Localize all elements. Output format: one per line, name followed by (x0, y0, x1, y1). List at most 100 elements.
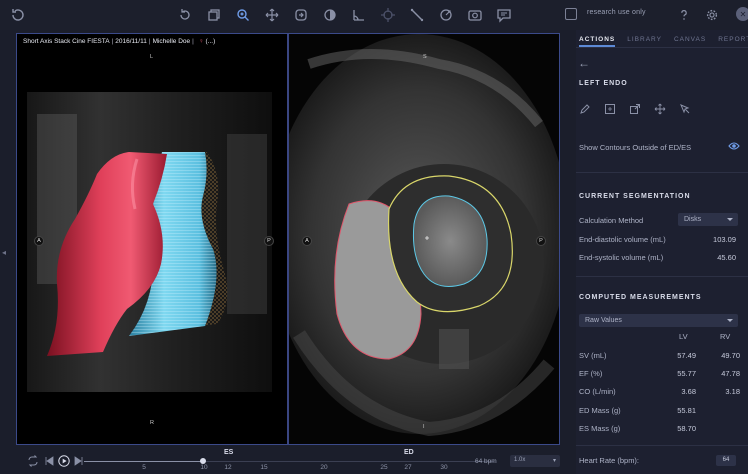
frame-tick: 25 (380, 464, 388, 471)
pan-icon[interactable] (257, 6, 286, 24)
roi-icon[interactable] (431, 6, 460, 24)
image-viewer: L A P R S A P I Short Axis Stack Cine FI… (16, 33, 560, 445)
female-icon: ♀ (198, 38, 204, 45)
loop-icon[interactable] (27, 455, 39, 467)
frame-tick: 20 (320, 464, 328, 471)
panel-collapse-handle-icon[interactable]: ◂ (2, 248, 10, 258)
bpm-readout: 64 bpm (475, 458, 497, 465)
scale-icon[interactable] (629, 102, 654, 116)
cursor-icon[interactable] (679, 102, 704, 116)
show-contours-label: Show Contours Outside of ED/ES (579, 143, 692, 152)
panel-tabs: ACTIONS LIBRARY CANVAS REPORT (576, 30, 748, 48)
esv-value: 45.60 (717, 253, 736, 262)
ed-marker[interactable]: ED (404, 449, 414, 456)
computed-measurements-title: COMPUTED MEASUREMENTS (579, 294, 702, 301)
playback-speed-value: 1.0x (514, 457, 526, 463)
rotate-icon[interactable] (170, 6, 199, 24)
tab-canvas[interactable]: CANVAS (674, 30, 706, 47)
lv-value: 57.49 (677, 351, 696, 360)
lv-value: 55.81 (677, 406, 696, 415)
snapshot-icon[interactable] (460, 6, 489, 24)
series-name: Short Axis Stack Cine FIESTA (23, 38, 110, 45)
heart-rate-input[interactable]: 64 (716, 455, 736, 466)
orientation-bottom-right-vp: I (423, 424, 425, 430)
rv-value: 49.70 (721, 351, 740, 360)
orientation-top-right-vp: S (423, 54, 427, 60)
viewport-mri[interactable]: S A P I (289, 34, 559, 444)
tool-group (170, 6, 518, 24)
eye-icon[interactable] (728, 141, 740, 151)
calc-method-select[interactable]: Disks (678, 213, 738, 226)
orientation-left-left-vp: A (34, 236, 44, 246)
timeline-progress (84, 461, 203, 462)
tab-actions[interactable]: ACTIONS (579, 30, 616, 47)
edv-label: End-diastolic volume (mL) (579, 235, 666, 244)
orientation-right-left-vp: P (264, 236, 274, 246)
measure-label: EF (%) (579, 369, 603, 378)
refresh-icon[interactable] (10, 7, 26, 23)
series-info: Short Axis Stack Cine FIESTA | 2016/11/11 |… (23, 38, 216, 45)
lv-column-header: LV (679, 332, 688, 341)
current-segmentation-title: CURRENT SEGMENTATION (579, 193, 691, 200)
gear-icon[interactable] (704, 7, 720, 23)
grid-icon[interactable] (604, 102, 629, 116)
cine-timeline: ES ED 5 10 12 15 20 25 27 30 64 bpm 1.0x… (0, 446, 576, 474)
step-back-icon[interactable] (43, 455, 55, 467)
help-icon[interactable] (676, 7, 692, 23)
tab-library[interactable]: LIBRARY (627, 30, 662, 47)
crosshair-icon[interactable] (373, 6, 402, 24)
orientation-right-right-vp: P (536, 236, 546, 246)
tab-report[interactable]: REPORT (718, 30, 748, 47)
research-use-label: research use only (587, 9, 646, 16)
top-toolbar: research use only ✕ (0, 0, 748, 30)
orientation-left-right-vp: A (302, 236, 312, 246)
move-icon[interactable] (654, 102, 679, 116)
viewport-3d[interactable]: L A P R (17, 34, 287, 444)
contour-tools (579, 102, 704, 116)
3d-volume-render (17, 34, 287, 444)
angle-icon[interactable] (344, 6, 373, 24)
chevron-down-icon: ▾ (552, 458, 556, 464)
measure-label: ES Mass (g) (579, 424, 621, 433)
annotation-icon[interactable] (489, 6, 518, 24)
sync-icon[interactable] (286, 6, 315, 24)
close-icon[interactable]: ✕ (736, 7, 748, 21)
frame-tick: 10 (200, 464, 208, 471)
frame-tick: 27 (404, 464, 412, 471)
rv-column-header: RV (720, 332, 731, 341)
edv-value: 103.09 (713, 235, 736, 244)
zoom-icon[interactable] (228, 6, 257, 24)
frame-tick: 30 (440, 464, 448, 471)
patient-name: Michelle Doe (152, 38, 191, 45)
ruler-icon[interactable] (402, 6, 431, 24)
frame-tick: 12 (224, 464, 232, 471)
lv-value: 3.68 (681, 387, 696, 396)
measure-label: ED Mass (g) (579, 406, 621, 415)
brush-icon[interactable] (579, 102, 604, 116)
measure-label: CO (L/min) (579, 387, 616, 396)
play-icon[interactable] (58, 455, 70, 467)
copy-icon[interactable] (199, 6, 228, 24)
lv-value: 55.77 (677, 369, 696, 378)
actions-panel: ACTIONS LIBRARY CANVAS REPORT ← LEFT END… (576, 30, 748, 474)
values-mode-value: Raw Values (585, 317, 622, 324)
mri-short-axis-image (289, 34, 559, 444)
es-marker[interactable]: ES (224, 449, 233, 456)
calc-method-label: Calculation Method (579, 216, 644, 225)
research-use-checkbox[interactable] (565, 8, 577, 20)
heart-rate-label: Heart Rate (bpm): (579, 456, 640, 465)
section-divider (576, 172, 748, 173)
esv-label: End-systolic volume (mL) (579, 253, 664, 262)
study-date: 2016/11/11 (115, 38, 147, 45)
orientation-top-left-vp: L (150, 54, 154, 60)
chevron-down-icon (727, 319, 733, 322)
rv-value: 47.78 (721, 369, 740, 378)
lv-value: 58.70 (677, 424, 696, 433)
contrast-icon[interactable] (315, 6, 344, 24)
frame-tick: 15 (260, 464, 268, 471)
playback-speed-select[interactable]: 1.0x ▾ (510, 455, 560, 467)
values-mode-select[interactable]: Raw Values (579, 314, 738, 327)
more-info[interactable]: (...) (206, 38, 216, 45)
orientation-bottom-left-vp: R (150, 420, 154, 426)
back-arrow-icon[interactable]: ← (578, 56, 590, 70)
